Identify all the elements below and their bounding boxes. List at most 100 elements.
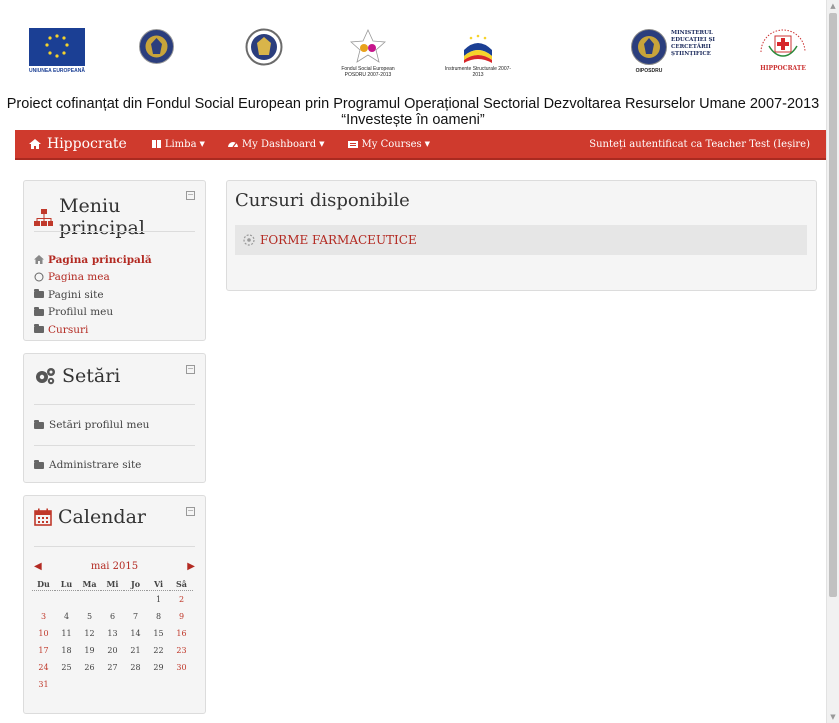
- settings-block: Setări − Setări profilul meu Administrar…: [23, 353, 206, 483]
- available-courses-panel: Cursuri disponibile FORME FARMACEUTICE: [226, 180, 817, 291]
- calendar-day[interactable]: 5: [78, 608, 101, 625]
- calendar-week-row: 10 11 12 13 14 15 16: [32, 625, 193, 642]
- ministry-label: MINISTERUL EDUCAȚIEI ȘI CERCETĂRII ȘTIIN…: [671, 30, 715, 57]
- calendar-day[interactable]: 29: [147, 659, 170, 676]
- sponsor-logos: UNIUNEA EUROPEANĂ Fondul Social European…: [0, 0, 826, 95]
- calendar-day[interactable]: 25: [55, 659, 78, 676]
- calendar-day[interactable]: 18: [55, 642, 78, 659]
- course-link[interactable]: FORME FARMACEUTICE: [260, 233, 417, 247]
- calendar-week-row: 31: [32, 676, 193, 693]
- eu-logo-label: UNIUNEA EUROPEANĂ: [29, 68, 85, 74]
- government-seal-logo: [138, 28, 175, 65]
- eu-logo: UNIUNEA EUROPEANĂ: [29, 28, 85, 74]
- weekday-header: Ma: [78, 577, 101, 591]
- book-icon: [151, 140, 161, 148]
- divider: [34, 231, 195, 232]
- site-admin-link[interactable]: Administrare site: [34, 459, 141, 471]
- home-icon: [29, 139, 41, 149]
- calendar-day[interactable]: 9: [170, 608, 193, 625]
- scroll-down-icon[interactable]: ▼: [827, 713, 839, 721]
- calendar-day: [147, 676, 170, 693]
- chevron-down-icon: ▼: [319, 140, 325, 148]
- main-menu-title-text: Meniu principal: [59, 195, 145, 239]
- calendar-day[interactable]: 14: [124, 625, 147, 642]
- calendar-day[interactable]: 3: [32, 608, 55, 625]
- ministry-seal-icon: [631, 29, 667, 65]
- menu-item-label: Pagina principală: [48, 253, 152, 266]
- calendar-grid: Du Lu Ma Mi Jo Vi Sâ 1 2 3 4 5 6 7 8 9 10 11 12 13 14 15 16 17…: [32, 577, 193, 693]
- calendar-day: [101, 676, 124, 693]
- dashboard-menu[interactable]: My Dashboard ▼: [227, 139, 325, 150]
- calendar-day: [78, 591, 101, 609]
- page-scrollbar[interactable]: ▲ ▼: [826, 0, 839, 723]
- calendar-day[interactable]: 23: [170, 642, 193, 659]
- calendar-day[interactable]: 21: [124, 642, 147, 659]
- courses-menu[interactable]: My Courses ▼: [347, 138, 430, 150]
- calendar-day[interactable]: 11: [55, 625, 78, 642]
- dashboard-icon: [227, 142, 238, 148]
- course-info-icon: [243, 234, 255, 246]
- calendar-month-label[interactable]: mai 2015: [91, 561, 138, 572]
- menu-item-home[interactable]: Pagina principală: [34, 251, 152, 269]
- calendar-day[interactable]: 31: [32, 676, 55, 693]
- language-menu[interactable]: Limba ▼: [151, 139, 205, 150]
- folder-icon: [34, 459, 44, 469]
- calendar-day: [124, 591, 147, 609]
- menu-item-site-pages[interactable]: Pagini site: [34, 286, 152, 304]
- calendar-day[interactable]: 6: [101, 608, 124, 625]
- calendar-day[interactable]: 26: [78, 659, 101, 676]
- sitemap-icon: [34, 209, 54, 226]
- weekday-header: Lu: [55, 577, 78, 591]
- circle-icon: [34, 272, 44, 282]
- courses-menu-label: My Courses: [361, 138, 422, 150]
- calendar-title-text: Calendar: [58, 506, 146, 528]
- calendar-day[interactable]: 17: [32, 642, 55, 659]
- calendar-day[interactable]: 10: [32, 625, 55, 642]
- calendar-day[interactable]: 16: [170, 625, 193, 642]
- scrollbar-thumb[interactable]: [829, 13, 837, 597]
- fse-logo-label: Fondul Social European POSDRU 2007-2013: [341, 66, 395, 78]
- ministry-logo: OIPOSDRU MINISTERUL EDUCAȚIEI ȘI CERCETĂ…: [630, 28, 721, 74]
- calendar-day[interactable]: 2: [170, 591, 193, 609]
- calendar-icon: [34, 508, 52, 526]
- calendar-day[interactable]: 19: [78, 642, 101, 659]
- calendar-day[interactable]: 15: [147, 625, 170, 642]
- calendar-day: [124, 676, 147, 693]
- next-month-icon[interactable]: ▶: [187, 561, 195, 572]
- login-info-link[interactable]: Sunteți autentificat ca Teacher Test (Ie…: [589, 139, 810, 150]
- scroll-up-icon[interactable]: ▲: [827, 2, 839, 10]
- calendar-day[interactable]: 27: [101, 659, 124, 676]
- weekday-header: Jo: [124, 577, 147, 591]
- calendar-day[interactable]: 28: [124, 659, 147, 676]
- site-admin-label: Administrare site: [49, 459, 142, 471]
- menu-item-courses[interactable]: Cursuri: [34, 321, 152, 339]
- prev-month-icon[interactable]: ◀: [34, 561, 42, 572]
- calendar-week-row: 12: [32, 591, 193, 609]
- calendar-title: Calendar: [34, 506, 146, 528]
- calendar-day[interactable]: 12: [78, 625, 101, 642]
- weekday-header: Du: [32, 577, 55, 591]
- weekday-header: Mi: [101, 577, 124, 591]
- menu-item-my-page[interactable]: Pagina mea: [34, 269, 152, 287]
- collapse-icon[interactable]: −: [186, 191, 195, 200]
- calendar-day[interactable]: 24: [32, 659, 55, 676]
- calendar-day[interactable]: 1: [147, 591, 170, 609]
- menu-item-profile[interactable]: Profilul meu: [34, 304, 152, 322]
- calendar-day[interactable]: 4: [55, 608, 78, 625]
- calendar-week-row: 3456789: [32, 608, 193, 625]
- calendar-day[interactable]: 30: [170, 659, 193, 676]
- course-item[interactable]: FORME FARMACEUTICE: [235, 225, 807, 255]
- fse-logo: Fondul Social European POSDRU 2007-2013: [333, 28, 403, 78]
- calendar-day: [78, 676, 101, 693]
- calendar-day[interactable]: 20: [101, 642, 124, 659]
- calendar-day[interactable]: 7: [124, 608, 147, 625]
- calendar-day[interactable]: 13: [101, 625, 124, 642]
- calendar-day[interactable]: 22: [147, 642, 170, 659]
- folder-icon: [34, 289, 44, 299]
- menu-item-label: Cursuri: [48, 323, 89, 336]
- brand-link[interactable]: Hippocrate: [28, 136, 127, 152]
- collapse-icon[interactable]: −: [186, 365, 195, 374]
- settings-profile-link[interactable]: Setări profilul meu: [34, 419, 149, 431]
- collapse-icon[interactable]: −: [186, 507, 195, 516]
- calendar-day[interactable]: 8: [147, 608, 170, 625]
